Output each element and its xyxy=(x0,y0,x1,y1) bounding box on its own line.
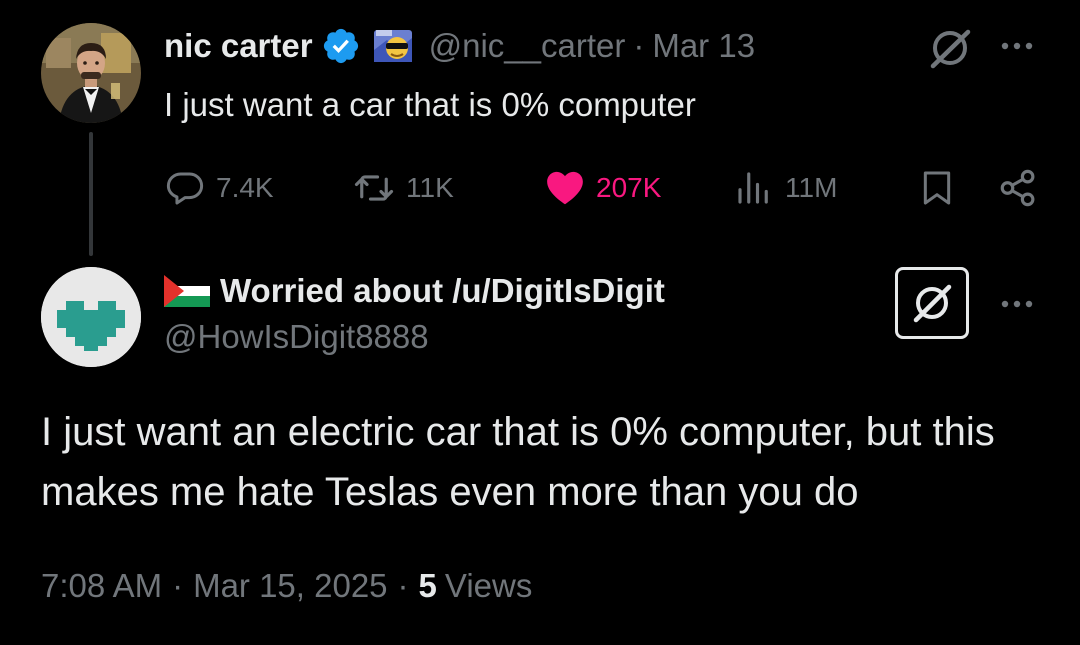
tweet-date[interactable]: Mar 15, 2025 xyxy=(193,567,387,605)
views-button[interactable]: 11M xyxy=(733,164,837,212)
parent-tweet-text: I just want a car that is 0% computer xyxy=(164,86,696,123)
avatar-nic-carter[interactable] xyxy=(41,23,141,123)
verified-icon[interactable] xyxy=(321,26,361,66)
share-icon xyxy=(1000,169,1035,207)
like-count: 207K xyxy=(596,172,662,203)
views-count: 11M xyxy=(785,172,838,203)
parent-date[interactable]: Mar 13 xyxy=(652,27,755,65)
share-button[interactable] xyxy=(997,164,1039,212)
repost-count: 11K xyxy=(406,172,454,203)
tweet-meta: 7:08 AM · Mar 15, 2025 · 5 Views xyxy=(41,562,532,610)
pixel-heart-icon xyxy=(41,267,141,367)
grok-button[interactable] xyxy=(895,267,969,339)
separator-dot: · xyxy=(397,567,409,604)
parent-tweet-header: nic carter @nic__carter · Mar 13 xyxy=(164,20,755,72)
more-options-icon[interactable] xyxy=(997,30,1037,62)
reply-tweet-text: I just want an electric car that is 0% c… xyxy=(41,410,995,514)
parent-action-bar: 7.4K 11K 207K 11M xyxy=(164,164,1044,212)
tweet-time[interactable]: 7:08 AM xyxy=(41,567,162,605)
separator-dot: · xyxy=(172,567,184,604)
parent-handle[interactable]: @nic__carter xyxy=(429,27,626,65)
bookmark-icon xyxy=(923,171,951,205)
sunglasses-emoji-icon xyxy=(373,26,413,66)
grok-icon[interactable] xyxy=(928,26,972,70)
reply-icon xyxy=(166,172,204,205)
bookmark-button[interactable] xyxy=(917,164,957,212)
like-button[interactable]: 207K xyxy=(544,164,661,212)
views-chart-icon xyxy=(738,172,768,204)
reply-tweet-header: Worried about /u/DigitIsDigit xyxy=(164,266,665,316)
repost-button[interactable]: 11K xyxy=(352,164,454,212)
separator-dot: · xyxy=(633,27,645,64)
parent-display-name[interactable]: nic carter xyxy=(164,27,313,65)
thread-connector-line xyxy=(89,132,93,256)
views-label: Views xyxy=(444,567,533,604)
palestine-flag-icon xyxy=(164,275,210,307)
reply-button[interactable]: 7.4K xyxy=(164,164,274,212)
reply-count: 7.4K xyxy=(216,172,274,203)
more-options-icon[interactable] xyxy=(997,288,1037,320)
heart-filled-icon xyxy=(547,171,583,205)
views-count: 5 xyxy=(418,567,437,604)
reply-handle[interactable]: @HowIsDigit8888 xyxy=(164,318,429,356)
avatar-howisdigit[interactable] xyxy=(41,267,141,367)
avatar-photo xyxy=(41,23,141,123)
repost-icon xyxy=(354,175,394,201)
grok-icon xyxy=(913,284,952,323)
reply-display-name[interactable]: Worried about /u/DigitIsDigit xyxy=(220,272,665,310)
